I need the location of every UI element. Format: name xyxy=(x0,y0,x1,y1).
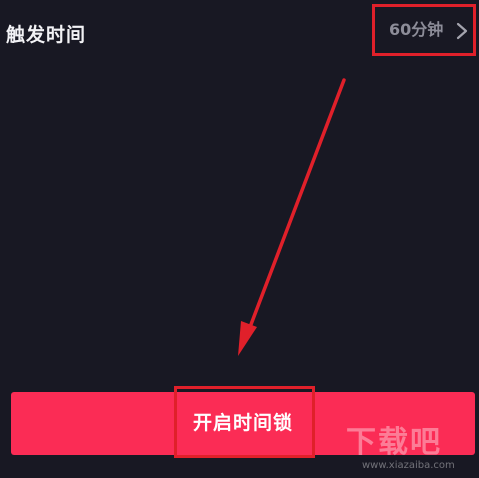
chevron-right-icon xyxy=(456,22,468,40)
svg-text:www.xiazaiba.com: www.xiazaiba.com xyxy=(362,460,455,471)
svg-text:下载吧: 下载吧 xyxy=(346,425,442,460)
watermark-logo: 下载吧 www.xiazaiba.com xyxy=(346,425,455,471)
trigger-time-label: 触发时间 xyxy=(6,24,87,46)
trigger-time-row[interactable]: 触发时间 60分钟 xyxy=(0,0,479,70)
trigger-time-value-highlight[interactable]: 60分钟 xyxy=(372,4,476,56)
trigger-time-value: 60分钟 xyxy=(389,20,444,39)
